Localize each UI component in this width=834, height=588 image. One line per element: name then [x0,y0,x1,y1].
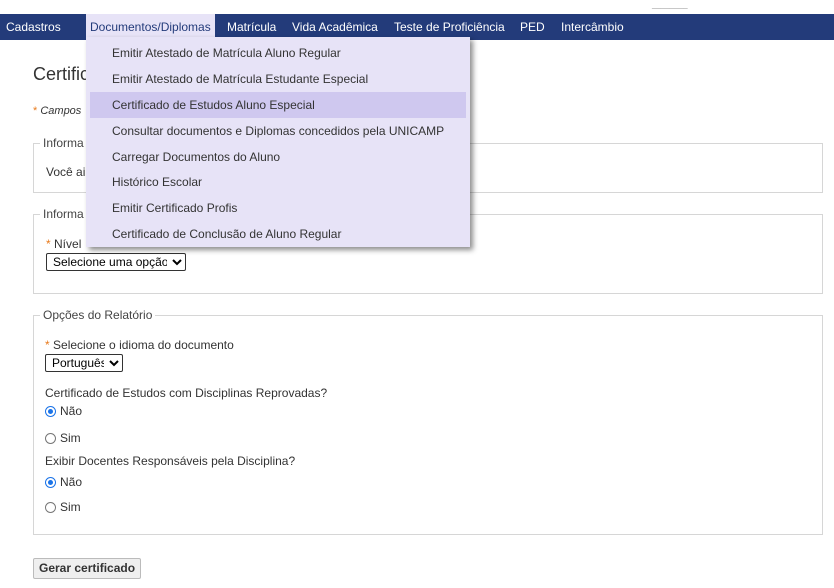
top-strip: ________ [0,0,834,14]
language-select[interactable]: Português [45,354,123,372]
radio-failed-no-row[interactable]: Não [45,404,82,418]
level-label-text: Nível [54,237,82,251]
radio-failed-yes-label: Sim [60,431,81,445]
report-options-legend: Opções do Relatório [40,308,156,322]
menu-item-atestado-especial[interactable]: Emitir Atestado de Matrícula Estudante E… [86,66,470,92]
question-show-teachers: Exibir Docentes Responsáveis pela Discip… [45,454,296,468]
menu-item-atestado-regular[interactable]: Emitir Atestado de Matrícula Aluno Regul… [86,40,470,66]
radio-failed-yes[interactable] [45,432,56,444]
language-field-label: * Selecione o idioma do documento [45,338,234,352]
generate-certificate-button[interactable]: Gerar certificado [33,558,142,579]
radio-failed-yes-row[interactable]: Sim [45,431,81,445]
level-select[interactable]: Selecione uma opção [46,253,186,271]
required-star: * [45,338,50,352]
radio-teachers-yes-row[interactable]: Sim [45,500,81,514]
nav-item-cadastros[interactable]: Cadastros [6,14,61,40]
menu-item-certificado-conclusao[interactable]: Certificado de Conclusão de Aluno Regula… [86,221,470,247]
radio-teachers-yes[interactable] [45,501,56,513]
radio-teachers-yes-label: Sim [60,500,81,514]
documentos-dropdown-menu: Emitir Atestado de Matrícula Aluno Regul… [86,37,470,247]
level-field-label: * Nível [46,237,81,251]
required-star: * [33,105,38,117]
radio-teachers-no-label: Não [60,475,83,489]
section-info-2-legend: Informa [40,207,87,221]
menu-item-carregar-documentos[interactable]: Carregar Documentos do Aluno [86,144,470,170]
required-note-text: Campos [40,105,82,117]
top-strip-text: ________ [652,0,688,9]
section-info-1-legend: Informa [40,136,87,150]
menu-item-historico-escolar[interactable]: Histórico Escolar [86,169,470,195]
required-fields-note: * Campos [33,105,81,117]
radio-failed-no[interactable] [45,405,56,417]
section-info-1-message: Você ai [46,165,86,179]
radio-teachers-no-row[interactable]: Não [45,475,82,489]
required-star: * [46,237,51,251]
menu-item-certificado-profis[interactable]: Emitir Certificado Profis [86,195,470,221]
language-label-text: Selecione o idioma do documento [53,338,234,352]
radio-teachers-no[interactable] [45,476,56,488]
nav-item-ped[interactable]: PED [520,14,545,40]
nav-item-intercambio[interactable]: Intercâmbio [561,14,624,40]
question-failed-disciplines: Certificado de Estudos com Disciplinas R… [45,386,328,400]
radio-failed-no-label: Não [60,404,83,418]
page-title: Certific [33,64,90,84]
menu-item-certificado-estudos[interactable]: Certificado de Estudos Aluno Especial [90,91,466,118]
menu-item-consultar-documentos[interactable]: Consultar documentos e Diplomas concedid… [86,118,470,144]
